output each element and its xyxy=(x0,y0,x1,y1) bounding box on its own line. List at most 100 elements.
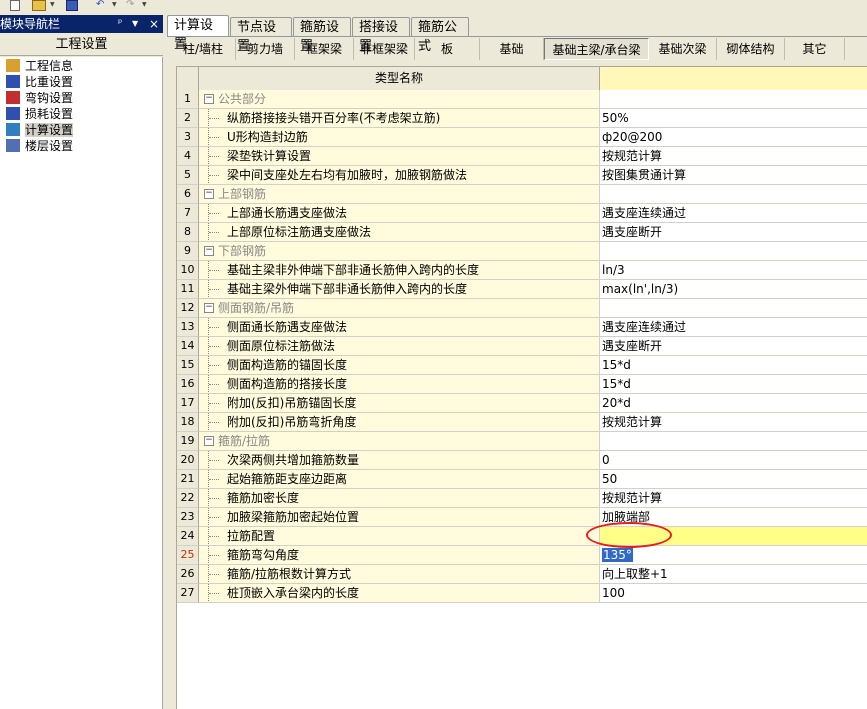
table-row[interactable]: 19− 箍筋/拉筋 xyxy=(177,432,867,451)
row-value-cell[interactable]: 按图集贯通计算 xyxy=(600,166,867,185)
row-number[interactable]: 13 xyxy=(177,318,199,337)
row-value-cell[interactable]: 遇支座断开 xyxy=(600,337,867,356)
row-number[interactable]: 20 xyxy=(177,451,199,470)
row-number[interactable]: 4 xyxy=(177,147,199,166)
table-row[interactable]: 22 箍筋加密长度 按规范计算 xyxy=(177,489,867,508)
table-row[interactable]: 7 上部通长筋遇支座做法 遇支座连续通过 xyxy=(177,204,867,223)
subtab[interactable]: 基础 xyxy=(480,38,544,60)
row-number[interactable]: 22 xyxy=(177,489,199,508)
nav-section-header[interactable]: 工程设置 xyxy=(0,34,163,56)
nav-item[interactable]: 弯钩设置 xyxy=(6,90,73,106)
subtab[interactable]: 柱/墙柱 xyxy=(171,38,236,60)
row-value-cell[interactable]: 按规范计算 xyxy=(600,147,867,166)
chevron-down-icon[interactable]: ▼ xyxy=(112,1,117,8)
row-number[interactable]: 3 xyxy=(177,128,199,147)
table-row[interactable]: 20 次梁两侧共增加箍筋数量 0 xyxy=(177,451,867,470)
row-value-cell[interactable]: 向上取整+1 xyxy=(600,565,867,584)
collapse-icon[interactable]: − xyxy=(204,303,214,313)
nav-item[interactable]: 楼层设置 xyxy=(6,138,73,154)
row-value-cell[interactable]: 100 xyxy=(600,584,867,603)
table-row[interactable]: 24 拉筋配置 xyxy=(177,527,867,546)
row-number[interactable]: 11 xyxy=(177,280,199,299)
folder-open-icon[interactable] xyxy=(32,0,46,11)
tab[interactable]: 箍筋公式 xyxy=(411,17,469,54)
row-number[interactable]: 26 xyxy=(177,565,199,584)
pin-icon[interactable]: ᵖ xyxy=(118,15,122,33)
grid-header-name[interactable]: 类型名称 xyxy=(199,67,600,90)
collapse-icon[interactable]: − xyxy=(204,246,214,256)
row-number[interactable]: 7 xyxy=(177,204,199,223)
subtab[interactable]: 基础主梁/承台梁 xyxy=(544,38,649,60)
subtab[interactable]: 非框架梁 xyxy=(354,38,415,60)
save-icon[interactable] xyxy=(66,0,78,11)
row-number[interactable]: 10 xyxy=(177,261,199,280)
row-value-cell[interactable]: 15*d xyxy=(600,375,867,394)
collapse-icon[interactable]: − xyxy=(204,94,214,104)
table-row[interactable]: 16 侧面构造筋的搭接长度 15*d xyxy=(177,375,867,394)
chevron-down-icon[interactable]: ▼ xyxy=(142,1,147,8)
table-row[interactable]: 6− 上部钢筋 xyxy=(177,185,867,204)
row-number[interactable]: 19 xyxy=(177,432,199,451)
row-number[interactable]: 16 xyxy=(177,375,199,394)
redo-icon[interactable]: ↷ xyxy=(126,0,138,11)
table-row[interactable]: 11 基础主梁外伸端下部非通长筋伸入跨内的长度 max(ln',ln/3) xyxy=(177,280,867,299)
tab[interactable]: 搭接设置 xyxy=(352,17,410,54)
row-number[interactable]: 15 xyxy=(177,356,199,375)
table-row[interactable]: 14 侧面原位标注筋做法 遇支座断开 xyxy=(177,337,867,356)
row-number[interactable]: 25 xyxy=(177,546,199,565)
table-row[interactable]: 18 附加(反扣)吊筋弯折角度 按规范计算 xyxy=(177,413,867,432)
row-number[interactable]: 1 xyxy=(177,90,199,109)
subtab[interactable]: 基础次梁 xyxy=(649,38,717,60)
chevron-down-icon[interactable]: ▼ xyxy=(50,1,55,8)
nav-item[interactable]: 损耗设置 xyxy=(6,106,73,122)
row-value-cell[interactable]: 135° xyxy=(600,546,867,565)
row-number[interactable]: 17 xyxy=(177,394,199,413)
table-row[interactable]: 23 加腋梁箍筋加密起始位置 加腋端部 xyxy=(177,508,867,527)
row-number[interactable]: 9 xyxy=(177,242,199,261)
row-value-cell[interactable]: 50% xyxy=(600,109,867,128)
row-value-cell[interactable]: 0 xyxy=(600,451,867,470)
undo-icon[interactable]: ↶ xyxy=(96,0,108,11)
dropdown-icon[interactable]: ▼ xyxy=(132,15,138,33)
row-value-cell[interactable]: 遇支座断开 xyxy=(600,223,867,242)
nav-item[interactable]: 计算设置 xyxy=(6,122,74,138)
subtab[interactable]: 框架梁 xyxy=(295,38,354,60)
row-value-cell[interactable]: max(ln',ln/3) xyxy=(600,280,867,299)
subtab[interactable]: 板 xyxy=(415,38,480,60)
table-row[interactable]: 4 梁垫铁计算设置 按规范计算 xyxy=(177,147,867,166)
row-number[interactable]: 14 xyxy=(177,337,199,356)
new-file-icon[interactable] xyxy=(10,0,20,11)
row-value-cell[interactable]: 遇支座连续通过 xyxy=(600,204,867,223)
table-row[interactable]: 15 侧面构造筋的锚固长度 15*d xyxy=(177,356,867,375)
table-row[interactable]: 12− 侧面钢筋/吊筋 xyxy=(177,299,867,318)
subtab[interactable]: 砌体结构 xyxy=(717,38,785,60)
row-value-cell[interactable]: 遇支座连续通过 xyxy=(600,318,867,337)
grid-header-value[interactable] xyxy=(600,67,867,90)
row-value-cell[interactable]: 50 xyxy=(600,470,867,489)
row-value-cell[interactable]: ф20@200 xyxy=(600,128,867,147)
row-number[interactable]: 6 xyxy=(177,185,199,204)
row-number[interactable]: 24 xyxy=(177,527,199,546)
row-number[interactable]: 8 xyxy=(177,223,199,242)
collapse-icon[interactable]: − xyxy=(204,189,214,199)
table-row[interactable]: 2 纵筋搭接接头错开百分率(不考虑架立筋) 50% xyxy=(177,109,867,128)
collapse-icon[interactable]: − xyxy=(204,436,214,446)
table-row[interactable]: 25 箍筋弯勾角度 135° xyxy=(177,546,867,565)
table-row[interactable]: 27 桩顶嵌入承台梁内的长度 100 xyxy=(177,584,867,603)
row-number[interactable]: 18 xyxy=(177,413,199,432)
row-number[interactable]: 21 xyxy=(177,470,199,489)
table-row[interactable]: 13 侧面通长筋遇支座做法 遇支座连续通过 xyxy=(177,318,867,337)
row-value-cell[interactable]: 按规范计算 xyxy=(600,413,867,432)
row-number[interactable]: 5 xyxy=(177,166,199,185)
row-number[interactable]: 27 xyxy=(177,584,199,603)
table-row[interactable]: 26 箍筋/拉筋根数计算方式 向上取整+1 xyxy=(177,565,867,584)
tab[interactable]: 箍筋设置 xyxy=(293,17,351,54)
table-row[interactable]: 8 上部原位标注筋遇支座做法 遇支座断开 xyxy=(177,223,867,242)
row-value-cell[interactable]: 15*d xyxy=(600,356,867,375)
subtab[interactable]: 其它 xyxy=(785,38,845,60)
tab[interactable]: 计算设置 xyxy=(167,15,229,52)
table-row[interactable]: 17 附加(反扣)吊筋锚固长度 20*d xyxy=(177,394,867,413)
table-row[interactable]: 9− 下部钢筋 xyxy=(177,242,867,261)
row-value-cell[interactable]: ln/3 xyxy=(600,261,867,280)
table-row[interactable]: 21 起始箍筋距支座边距离 50 xyxy=(177,470,867,489)
